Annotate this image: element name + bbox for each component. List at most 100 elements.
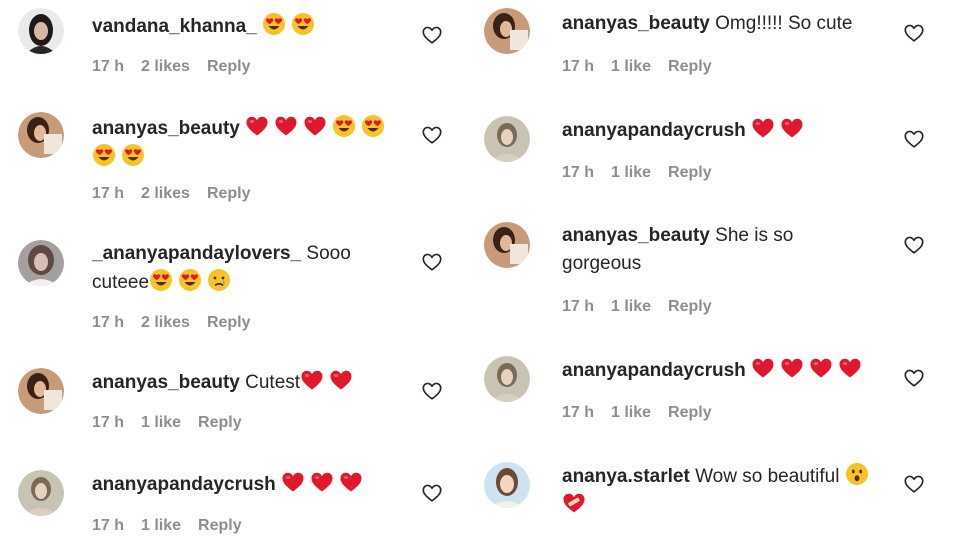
avatar[interactable] xyxy=(18,240,64,286)
heart-outline-icon[interactable] xyxy=(421,251,443,273)
comment-username[interactable]: ananyapandaycrush xyxy=(562,120,746,141)
red-heart-emoji xyxy=(751,116,775,140)
comments-column-left: vandana_khanna_ 17 h 2 likes Reply anany… xyxy=(0,0,470,540)
comment-likes[interactable]: 1 like xyxy=(611,58,651,76)
comment-username[interactable]: ananyas_beauty xyxy=(92,372,240,393)
comment-likes[interactable]: 1 like xyxy=(611,298,651,316)
heart-outline-icon[interactable] xyxy=(903,234,925,256)
comment-username[interactable]: ananya.starlet xyxy=(562,466,690,487)
heart-eyes-emoji xyxy=(332,114,356,138)
heart-outline-icon[interactable] xyxy=(903,473,925,495)
comment-time: 17 h xyxy=(562,298,595,315)
reply-button[interactable]: Reply xyxy=(668,404,712,422)
red-heart-emoji xyxy=(751,356,775,380)
avatar[interactable] xyxy=(18,112,64,158)
comment-username[interactable]: ananyapandaycrush xyxy=(562,360,746,381)
heart-eyes-emoji xyxy=(262,12,286,36)
comment-time: 17 h xyxy=(92,58,125,75)
avatar[interactable] xyxy=(484,222,530,268)
comment-text: ananyas_beauty She is so gorgeous xyxy=(562,222,862,278)
comment-username[interactable]: ananyas_beauty xyxy=(92,118,240,139)
reply-button[interactable]: Reply xyxy=(198,517,242,535)
comment-meta: 17 h 2 likes Reply xyxy=(92,314,251,332)
comments-column-right: ananyas_beauty Omg!!!!! So cute 17 h 1 l… xyxy=(470,0,940,540)
comment-likes[interactable]: 1 like xyxy=(611,404,651,422)
avatar[interactable] xyxy=(18,8,64,54)
comment-likes[interactable]: 1 like xyxy=(611,164,651,182)
comment-emojis xyxy=(751,358,867,381)
comment-time: 17 h xyxy=(562,58,595,75)
comment-likes[interactable]: 1 like xyxy=(141,517,181,535)
reply-button[interactable]: Reply xyxy=(207,314,251,332)
comment-emojis xyxy=(281,472,368,495)
comment-likes[interactable]: 2 likes xyxy=(141,314,190,332)
comment-time: 17 h xyxy=(562,404,595,421)
heart-outline-icon[interactable] xyxy=(421,24,443,46)
comment-username[interactable]: vandana_khanna_ xyxy=(92,16,257,37)
comment-text: ananyapandaycrush xyxy=(562,356,880,385)
heart-eyes-emoji xyxy=(178,268,202,292)
heart-outline-icon[interactable] xyxy=(421,380,443,402)
comment-meta: 17 h 1 like Reply xyxy=(562,404,712,422)
comment-body: Wow so beautiful xyxy=(695,466,840,487)
red-heart-emoji xyxy=(300,368,324,392)
reply-button[interactable]: Reply xyxy=(207,185,251,203)
comment-meta: 17 h 1 like Reply xyxy=(92,414,242,432)
comment-username[interactable]: ananyas_beauty xyxy=(562,225,710,246)
reply-button[interactable]: Reply xyxy=(668,164,712,182)
heart-outline-icon[interactable] xyxy=(903,22,925,44)
reply-button[interactable]: Reply xyxy=(668,58,712,76)
crying-face-emoji xyxy=(207,268,231,292)
avatar[interactable] xyxy=(484,356,530,402)
comment-time: 17 h xyxy=(92,414,125,431)
comment-text: ananya.starlet Wow so beautiful xyxy=(562,462,880,520)
heart-eyes-emoji xyxy=(149,268,173,292)
reply-button[interactable]: Reply xyxy=(198,414,242,432)
comment-time: 17 h xyxy=(92,185,125,202)
heart-outline-icon[interactable] xyxy=(903,128,925,150)
avatar[interactable] xyxy=(484,116,530,162)
comment-username[interactable]: ananyapandaycrush xyxy=(92,474,276,495)
heart-eyes-emoji xyxy=(361,114,385,138)
red-heart-emoji xyxy=(245,114,269,138)
avatar[interactable] xyxy=(18,470,64,516)
comment-text: ananyapandaycrush xyxy=(562,116,880,145)
heart-eyes-emoji xyxy=(92,143,116,167)
reply-button[interactable]: Reply xyxy=(668,298,712,316)
red-heart-emoji xyxy=(780,356,804,380)
comment-text: ananyapandaycrush xyxy=(92,470,410,499)
comment-likes[interactable]: 2 likes xyxy=(141,58,190,76)
comment-emojis xyxy=(262,13,320,37)
comment-text: _ananyapandaylovers_ Sooo cuteee xyxy=(92,240,410,297)
comment-likes[interactable]: 1 like xyxy=(141,414,181,432)
comment-text: ananyas_beauty Cutest xyxy=(92,368,410,397)
red-heart-emoji xyxy=(303,114,327,138)
comment-text: ananyas_beauty Omg!!!!! So cute xyxy=(562,10,880,38)
red-heart-emoji xyxy=(274,114,298,138)
mending-heart-emoji xyxy=(562,491,586,515)
avatar[interactable] xyxy=(484,8,530,54)
comment-meta: 17 h 1 like Reply xyxy=(562,164,712,182)
comment-meta: 17 h 1 like Reply xyxy=(92,517,242,535)
heart-eyes-emoji xyxy=(291,12,315,36)
heart-outline-icon[interactable] xyxy=(421,124,443,146)
comment-time: 17 h xyxy=(92,314,125,331)
reply-button[interactable]: Reply xyxy=(207,58,251,76)
heart-outline-icon[interactable] xyxy=(903,367,925,389)
comment-emojis xyxy=(149,269,236,293)
comment-time: 17 h xyxy=(562,164,595,181)
comment-likes[interactable]: 2 likes xyxy=(141,185,190,203)
avatar[interactable] xyxy=(18,368,64,414)
avatar[interactable] xyxy=(484,462,530,508)
red-heart-emoji xyxy=(281,470,305,494)
comment-username[interactable]: _ananyapandaylovers_ xyxy=(92,243,301,264)
red-heart-emoji xyxy=(310,470,334,494)
comment-body: Cutest xyxy=(245,372,301,393)
comment-meta: 17 h 2 likes Reply xyxy=(92,58,251,76)
comment-emojis xyxy=(300,370,358,393)
comment-meta: 17 h 2 likes Reply xyxy=(92,185,251,203)
red-heart-emoji xyxy=(329,368,353,392)
heart-outline-icon[interactable] xyxy=(421,482,443,504)
comment-text: ananyas_beauty xyxy=(92,114,410,172)
comment-username[interactable]: ananyas_beauty xyxy=(562,13,710,34)
